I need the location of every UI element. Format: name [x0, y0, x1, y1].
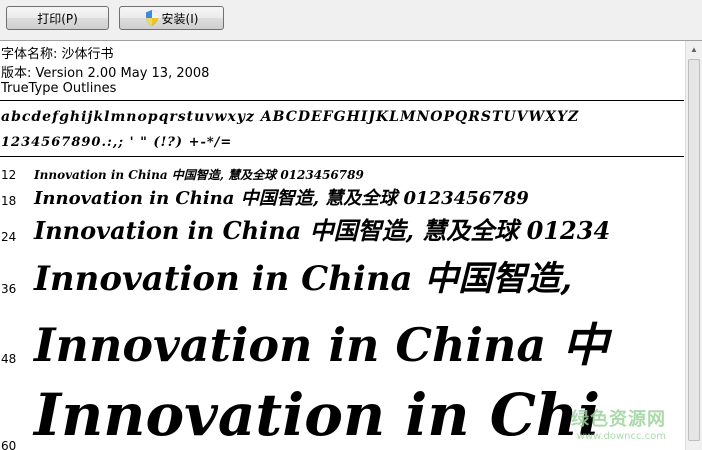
divider	[0, 100, 684, 101]
uac-shield-icon	[145, 10, 158, 26]
size-label: 60	[1, 439, 17, 450]
sample-line: Innovation in China 中国智造, 慧及全球 012345678…	[34, 188, 529, 209]
size-label: 48	[1, 352, 17, 366]
sample-line: Innovation in China 中	[34, 318, 609, 372]
size-label: 18	[1, 194, 17, 208]
sample-line: Innovation in China 中国智造,	[34, 259, 573, 299]
charset-digits: 1234567890.:,; ' " (!?) +-*/=	[1, 135, 233, 150]
scroll-up-arrow-icon[interactable]: ▲	[686, 41, 702, 58]
print-button[interactable]: 打印(P)	[6, 6, 109, 30]
toolbar: 打印(P) 安装(I)	[0, 0, 702, 41]
size-label: 12	[1, 168, 17, 182]
install-button[interactable]: 安装(I)	[119, 6, 224, 30]
font-version-line: 版本: Version 2.00 May 13, 2008	[1, 66, 210, 81]
print-button-label: 打印(P)	[37, 11, 78, 26]
sample-line: Innovation in China 中国智造, 慧及全球 012345678…	[34, 168, 364, 182]
scrollbar-thumb[interactable]	[688, 59, 700, 441]
watermark-title: 绿色资源网	[571, 409, 666, 430]
install-button-label: 安装(I)	[161, 11, 199, 26]
font-type-line: TrueType Outlines	[1, 81, 117, 96]
font-preview-area: 字体名称: 沙体行书 版本: Version 2.00 May 13, 2008…	[0, 41, 684, 450]
font-name-line: 字体名称: 沙体行书	[1, 47, 114, 62]
size-label: 24	[1, 230, 17, 244]
charset-letters: abcdefghijklmnopqrstuvwxyz ABCDEFGHIJKLM…	[1, 109, 580, 125]
divider	[0, 156, 684, 157]
sample-line: Innovation in Chi	[34, 381, 601, 449]
vertical-scrollbar[interactable]: ▲	[685, 41, 702, 450]
size-label: 36	[1, 282, 17, 296]
watermark-url: www.downcc.com	[576, 431, 666, 442]
watermark: 绿色资源网 www.downcc.com	[571, 405, 666, 442]
sample-line: Innovation in China 中国智造, 慧及全球 01234	[34, 216, 611, 245]
